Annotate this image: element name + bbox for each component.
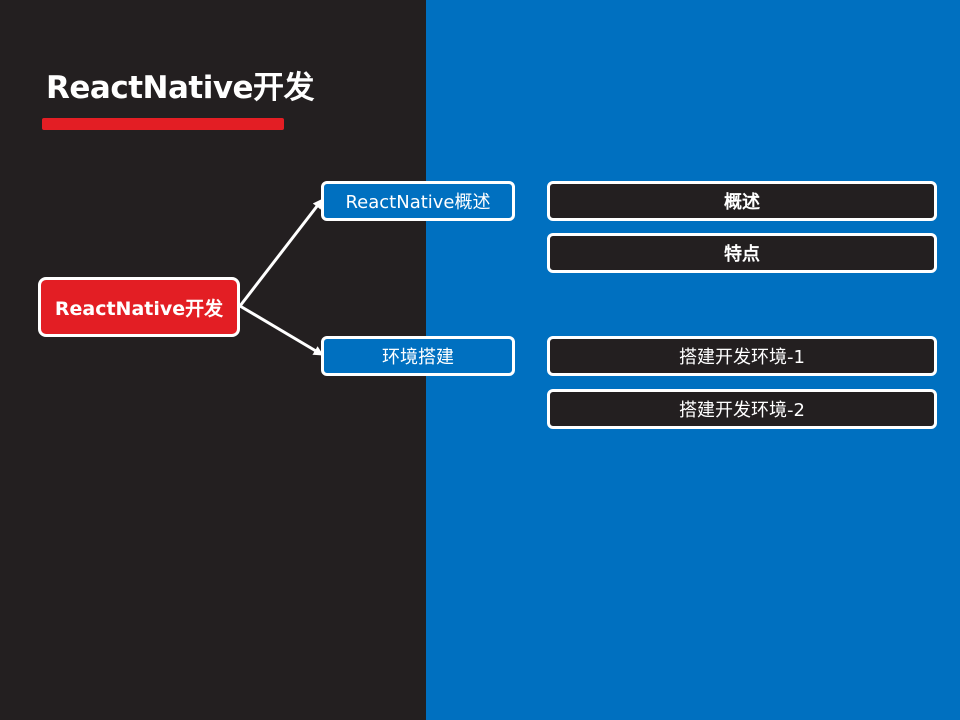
root-node[interactable]: ReactNative开发 <box>38 277 240 337</box>
leaf-node-setup-env-2[interactable]: 搭建开发环境-2 <box>547 389 937 429</box>
connector-arrow-root-to-branch-2 <box>239 304 324 356</box>
root-node-label: ReactNative开发 <box>54 297 224 320</box>
leaf-node-label: 特点 <box>724 244 760 265</box>
connector-arrow-root-to-branch-1 <box>238 198 323 307</box>
leaf-node-label: 概述 <box>724 192 760 213</box>
leaf-node-summary[interactable]: 概述 <box>547 181 937 221</box>
leaf-node-features[interactable]: 特点 <box>547 233 937 273</box>
branch-node-label: ReactNative概述 <box>345 192 491 213</box>
branch-node-overview[interactable]: ReactNative概述 <box>321 181 515 221</box>
leaf-node-label: 搭建开发环境-2 <box>679 400 805 421</box>
leaf-node-label: 搭建开发环境-1 <box>679 347 805 368</box>
leaf-node-setup-env-1[interactable]: 搭建开发环境-1 <box>547 336 937 376</box>
branch-node-environment-setup[interactable]: 环境搭建 <box>321 336 515 376</box>
branch-node-label: 环境搭建 <box>382 347 454 368</box>
